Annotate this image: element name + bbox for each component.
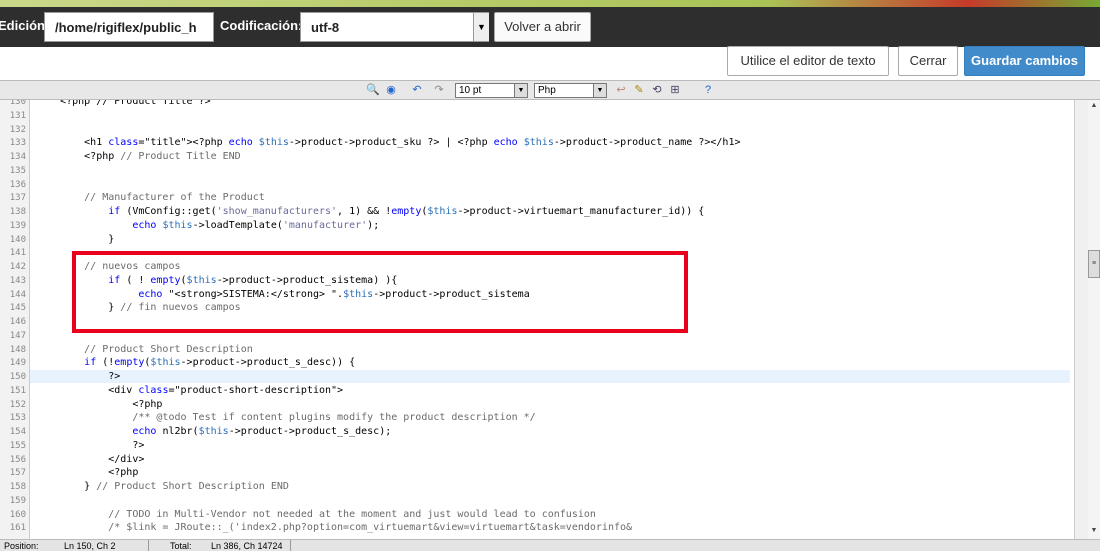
total-value: Ln 386, Ch 14724	[211, 541, 283, 551]
code-line[interactable]: /** @todo Test if content plugins modify…	[36, 412, 535, 423]
line-number: 153	[9, 413, 26, 424]
redo-icon[interactable]: ↷	[432, 83, 446, 97]
code-line[interactable]: <?php // Product Title END	[36, 151, 241, 162]
font-size-value: 10 pt	[459, 85, 482, 96]
code-line[interactable]: // Manufacturer of the Product	[36, 192, 265, 203]
line-number: 157	[9, 468, 26, 479]
wrap-icon[interactable]: ↩	[614, 83, 628, 97]
line-number: 160	[9, 509, 26, 520]
code-line[interactable]: <?php	[36, 399, 162, 410]
line-number: 146	[9, 317, 26, 327]
undo-icon[interactable]: ↶	[410, 83, 424, 97]
code-line[interactable]: echo $this->loadTemplate('manufacturer')…	[36, 220, 379, 231]
line-number: 131	[9, 110, 26, 121]
text-editor-button[interactable]: Utilice el editor de texto	[727, 46, 889, 76]
line-number: 136	[9, 179, 26, 190]
status-divider	[148, 540, 149, 551]
code-line[interactable]: <?php	[36, 467, 138, 478]
scroll-down-icon[interactable]: ▼	[1088, 525, 1100, 537]
scroll-up-icon[interactable]: ▲	[1088, 100, 1100, 112]
highlight-box	[72, 251, 688, 333]
page-scrollbar[interactable]: ▲ ≡ ▼	[1088, 100, 1100, 539]
code-line[interactable]: /* $link = JRoute::_('index2.php?option=…	[36, 522, 632, 533]
line-number: 134	[9, 152, 26, 162]
fullscreen-icon[interactable]: ⊞	[668, 83, 682, 97]
line-number: 139	[9, 220, 26, 231]
line-number: 149	[9, 358, 26, 369]
code-line[interactable]: ?>	[36, 440, 144, 451]
line-number: 143	[9, 275, 26, 286]
code-line[interactable]: echo nl2br($this->product->product_s_des…	[36, 426, 391, 437]
line-number: 141	[9, 248, 26, 259]
scroll-thumb[interactable]: ≡	[1088, 250, 1100, 278]
reopen-button[interactable]: Volver a abrir	[494, 12, 591, 42]
replace-icon[interactable]: ◉	[384, 83, 398, 97]
encoding-value: utf-8	[311, 20, 340, 35]
status-divider	[290, 540, 291, 551]
chevron-down-icon: ▼	[514, 84, 527, 97]
save-button[interactable]: Guardar cambios	[964, 46, 1085, 76]
total-label: Total:	[170, 541, 192, 551]
close-button[interactable]: Cerrar	[898, 46, 958, 76]
position-value: Ln 150, Ch 2	[64, 541, 116, 551]
file-path-field[interactable]: /home/rigiflex/public_h	[44, 12, 214, 42]
chevron-down-icon[interactable]: ▼	[473, 13, 489, 41]
line-number: 144	[9, 289, 26, 300]
code-line[interactable]: ?>	[36, 371, 120, 382]
line-number: 148	[9, 344, 26, 355]
position-label: Position:	[4, 541, 39, 551]
line-number: 130	[9, 100, 26, 107]
line-number: 158	[9, 482, 26, 492]
highlight-icon[interactable]: ✎	[632, 83, 646, 97]
line-number: 132	[9, 124, 26, 135]
line-number: 150	[9, 372, 26, 382]
code-line[interactable]: // TODO in Multi-Vendor not needed at th…	[36, 509, 596, 520]
code-line[interactable]: <?php // Product Title ?>	[36, 100, 211, 107]
editor-scrollbar[interactable]	[1074, 100, 1088, 539]
line-number: 151	[9, 385, 26, 396]
encoding-label: Codificación:	[220, 18, 303, 33]
syntax-select[interactable]: Php ▼	[534, 83, 607, 98]
line-number: 145	[9, 303, 26, 314]
line-number: 152	[9, 399, 26, 410]
chevron-down-icon: ▼	[593, 84, 606, 97]
code-line[interactable]: <h1 class="title"><?php echo $this->prod…	[36, 137, 740, 148]
line-number: 154	[9, 427, 26, 437]
code-line[interactable]: } // Product Short Description END	[36, 481, 289, 492]
line-number: 142	[9, 262, 26, 272]
line-number: 155	[9, 440, 26, 451]
line-number: 138	[9, 207, 26, 217]
font-size-select[interactable]: 10 pt ▼	[455, 83, 528, 98]
line-number: 137	[9, 193, 26, 204]
code-line[interactable]: <div class="product-short-description">	[36, 385, 343, 396]
line-number: 161	[9, 523, 26, 534]
line-number: 147	[9, 330, 26, 341]
code-line[interactable]: }	[36, 234, 114, 245]
editor-toolbar: 🔍 ◉ ↶ ↷ 10 pt ▼ Php ▼ ↩ ✎ ⟲ ⊞ ?	[0, 80, 1100, 100]
line-number: 135	[9, 165, 26, 176]
file-header-bar: Edición: /home/rigiflex/public_h Codific…	[0, 7, 1100, 47]
line-number-gutter: 130 131 132 133 134 135 136 137 138 139 140 141 142 1…	[0, 100, 30, 539]
current-line-highlight	[30, 370, 1070, 383]
line-number: 140	[9, 234, 26, 245]
code-editor[interactable]: 130 131 132 133 134 135 136 137 138 139 140 141 142 1…	[0, 100, 1088, 539]
encoding-select[interactable]: utf-8	[300, 12, 489, 42]
line-number: 133	[9, 138, 26, 149]
edit-label: Edición:	[0, 18, 50, 33]
syntax-value: Php	[538, 85, 556, 96]
help-icon[interactable]: ?	[701, 83, 715, 97]
code-line[interactable]: if (!empty($this->product->product_s_des…	[36, 357, 355, 368]
find-icon[interactable]: 🔍	[366, 83, 380, 97]
line-number: 156	[9, 454, 26, 465]
browser-top-strip	[0, 0, 1100, 7]
code-line[interactable]: // Product Short Description	[36, 344, 253, 355]
code-line[interactable]: </div>	[36, 454, 144, 465]
reset-icon[interactable]: ⟲	[650, 83, 664, 97]
status-bar: Position: Ln 150, Ch 2 Total: Ln 386, Ch…	[0, 539, 1100, 551]
code-line[interactable]: if (VmConfig::get('show_manufacturers', …	[36, 206, 704, 217]
line-number: 159	[9, 495, 26, 506]
